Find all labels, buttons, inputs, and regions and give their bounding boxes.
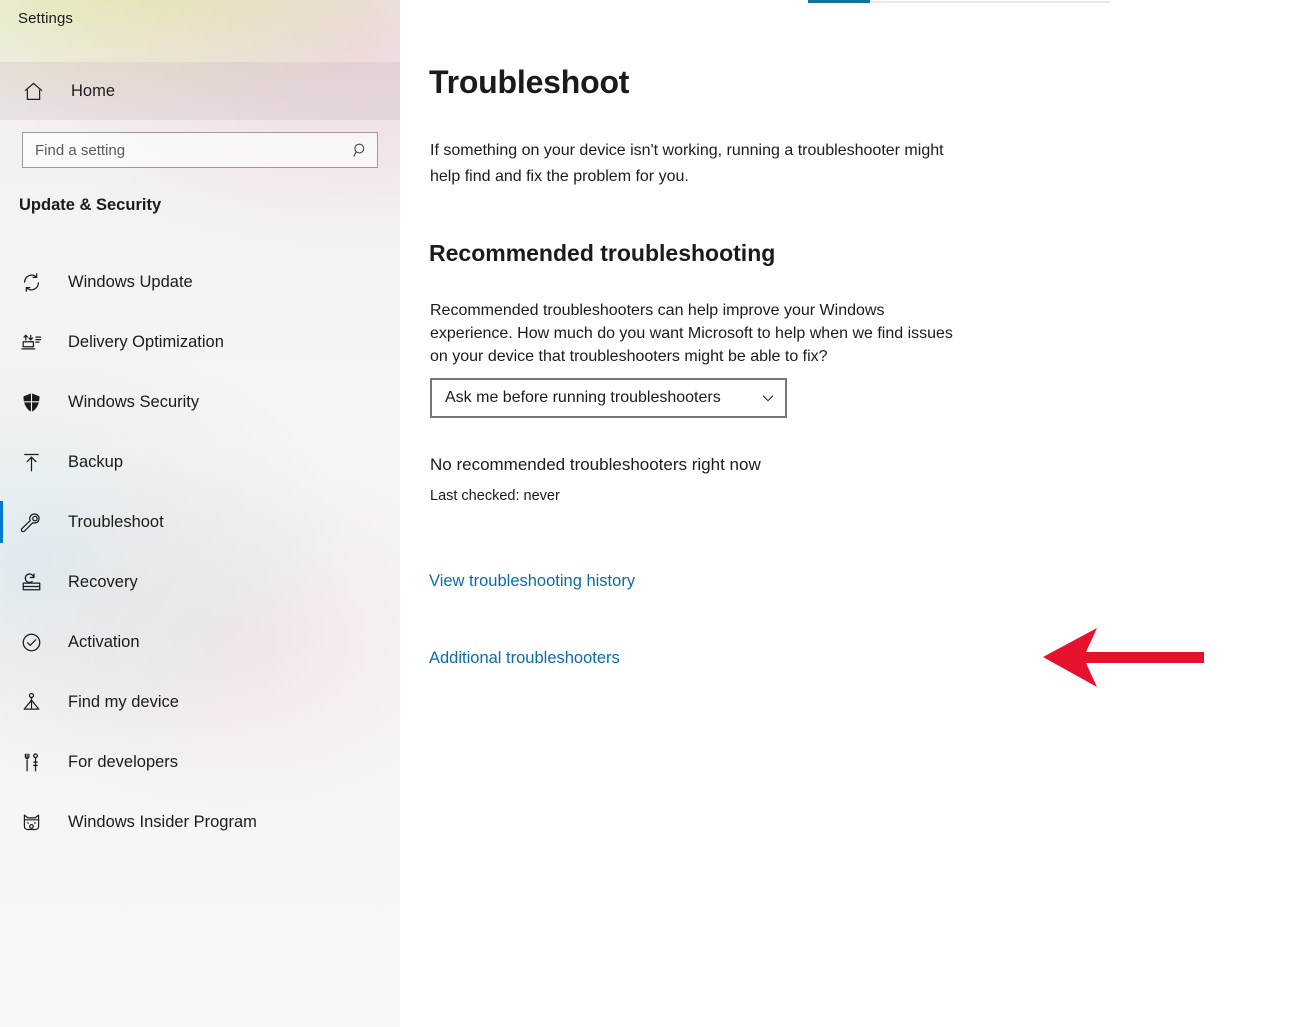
tools-icon (8, 751, 54, 774)
backup-upload-icon (8, 451, 54, 474)
sidebar-item-windows-security[interactable]: Windows Security (0, 372, 400, 432)
recommended-troubleshooting-dropdown[interactable]: Ask me before running troubleshooters (430, 378, 787, 418)
find-device-icon (8, 691, 54, 714)
chevron-down-icon (751, 390, 785, 406)
selection-accent-bar (0, 261, 3, 303)
search-setting-box[interactable] (22, 132, 378, 168)
refresh-icon (8, 271, 54, 294)
sidebar-item-label: Recovery (68, 572, 138, 591)
search-input[interactable] (23, 141, 343, 159)
app-title: Settings (18, 10, 73, 27)
settings-content-pane: Troubleshoot If something on your device… (400, 0, 1305, 1027)
sidebar-item-label: Activation (68, 632, 140, 651)
selection-accent-bar (0, 441, 3, 483)
sidebar-item-recovery[interactable]: Recovery (0, 552, 400, 612)
sidebar-item-label: Windows Insider Program (68, 812, 257, 831)
selection-accent-bar (0, 801, 3, 843)
sidebar-item-label: Windows Security (68, 392, 200, 411)
settings-group-title: Update & Security (19, 196, 162, 214)
selection-accent-bar (0, 381, 3, 423)
wrench-icon (8, 511, 54, 534)
selection-accent-bar (0, 741, 3, 783)
link-view-troubleshooting-history[interactable]: View troubleshooting history (429, 572, 635, 591)
shield-icon (8, 391, 54, 414)
sidebar-nav-list: Windows Update Delivery Optimization Win… (0, 252, 400, 852)
selection-accent-bar (0, 501, 3, 543)
sidebar-item-troubleshoot[interactable]: Troubleshoot (0, 492, 400, 552)
selection-accent-bar (0, 681, 3, 723)
selection-accent-bar (0, 621, 3, 663)
sidebar-item-label: For developers (68, 752, 179, 771)
sidebar-item-label: Delivery Optimization (68, 332, 224, 351)
dropdown-selected-value: Ask me before running troubleshooters (445, 389, 721, 406)
recovery-icon (8, 571, 54, 594)
section-heading-recommended-troubleshooting: Recommended troubleshooting (429, 240, 776, 266)
section-description: Recommended troubleshooters can help imp… (430, 302, 953, 365)
insider-cat-icon (8, 811, 54, 834)
home-icon (10, 80, 56, 103)
sidebar-item-label: Find my device (68, 692, 179, 711)
recommended-status-primary: No recommended troubleshooters right now (430, 455, 761, 474)
page-intro-text: If something on your device isn't workin… (430, 142, 944, 185)
sidebar-item-windows-insider-program[interactable]: Windows Insider Program (0, 792, 400, 852)
sidebar-item-find-my-device[interactable]: Find my device (0, 672, 400, 732)
sidebar-item-windows-update[interactable]: Windows Update (0, 252, 400, 312)
page-title: Troubleshoot (429, 64, 630, 100)
sidebar-item-label: Backup (68, 452, 124, 471)
recommended-status-last-checked: Last checked: never (430, 488, 560, 504)
sidebar-item-label: Windows Update (68, 272, 193, 291)
sidebar-item-home[interactable]: Home (0, 62, 400, 120)
sidebar-item-activation[interactable]: Activation (0, 612, 400, 672)
sidebar-item-home-label: Home (71, 81, 116, 100)
sidebar-item-delivery-optimization[interactable]: Delivery Optimization (0, 312, 400, 372)
sidebar-item-backup[interactable]: Backup (0, 432, 400, 492)
delivery-icon (8, 331, 54, 354)
search-icon[interactable] (343, 141, 377, 160)
selection-accent-bar (0, 321, 3, 363)
red-pointer-arrow-icon (1041, 622, 1206, 692)
link-additional-troubleshooters[interactable]: Additional troubleshooters (429, 649, 620, 668)
selection-accent-bar (0, 561, 3, 603)
sidebar-item-for-developers[interactable]: For developers (0, 732, 400, 792)
settings-navigation-pane: Settings Home Update & Security (0, 0, 400, 1027)
check-circle-icon (8, 631, 54, 654)
sidebar-item-label: Troubleshoot (68, 512, 164, 531)
